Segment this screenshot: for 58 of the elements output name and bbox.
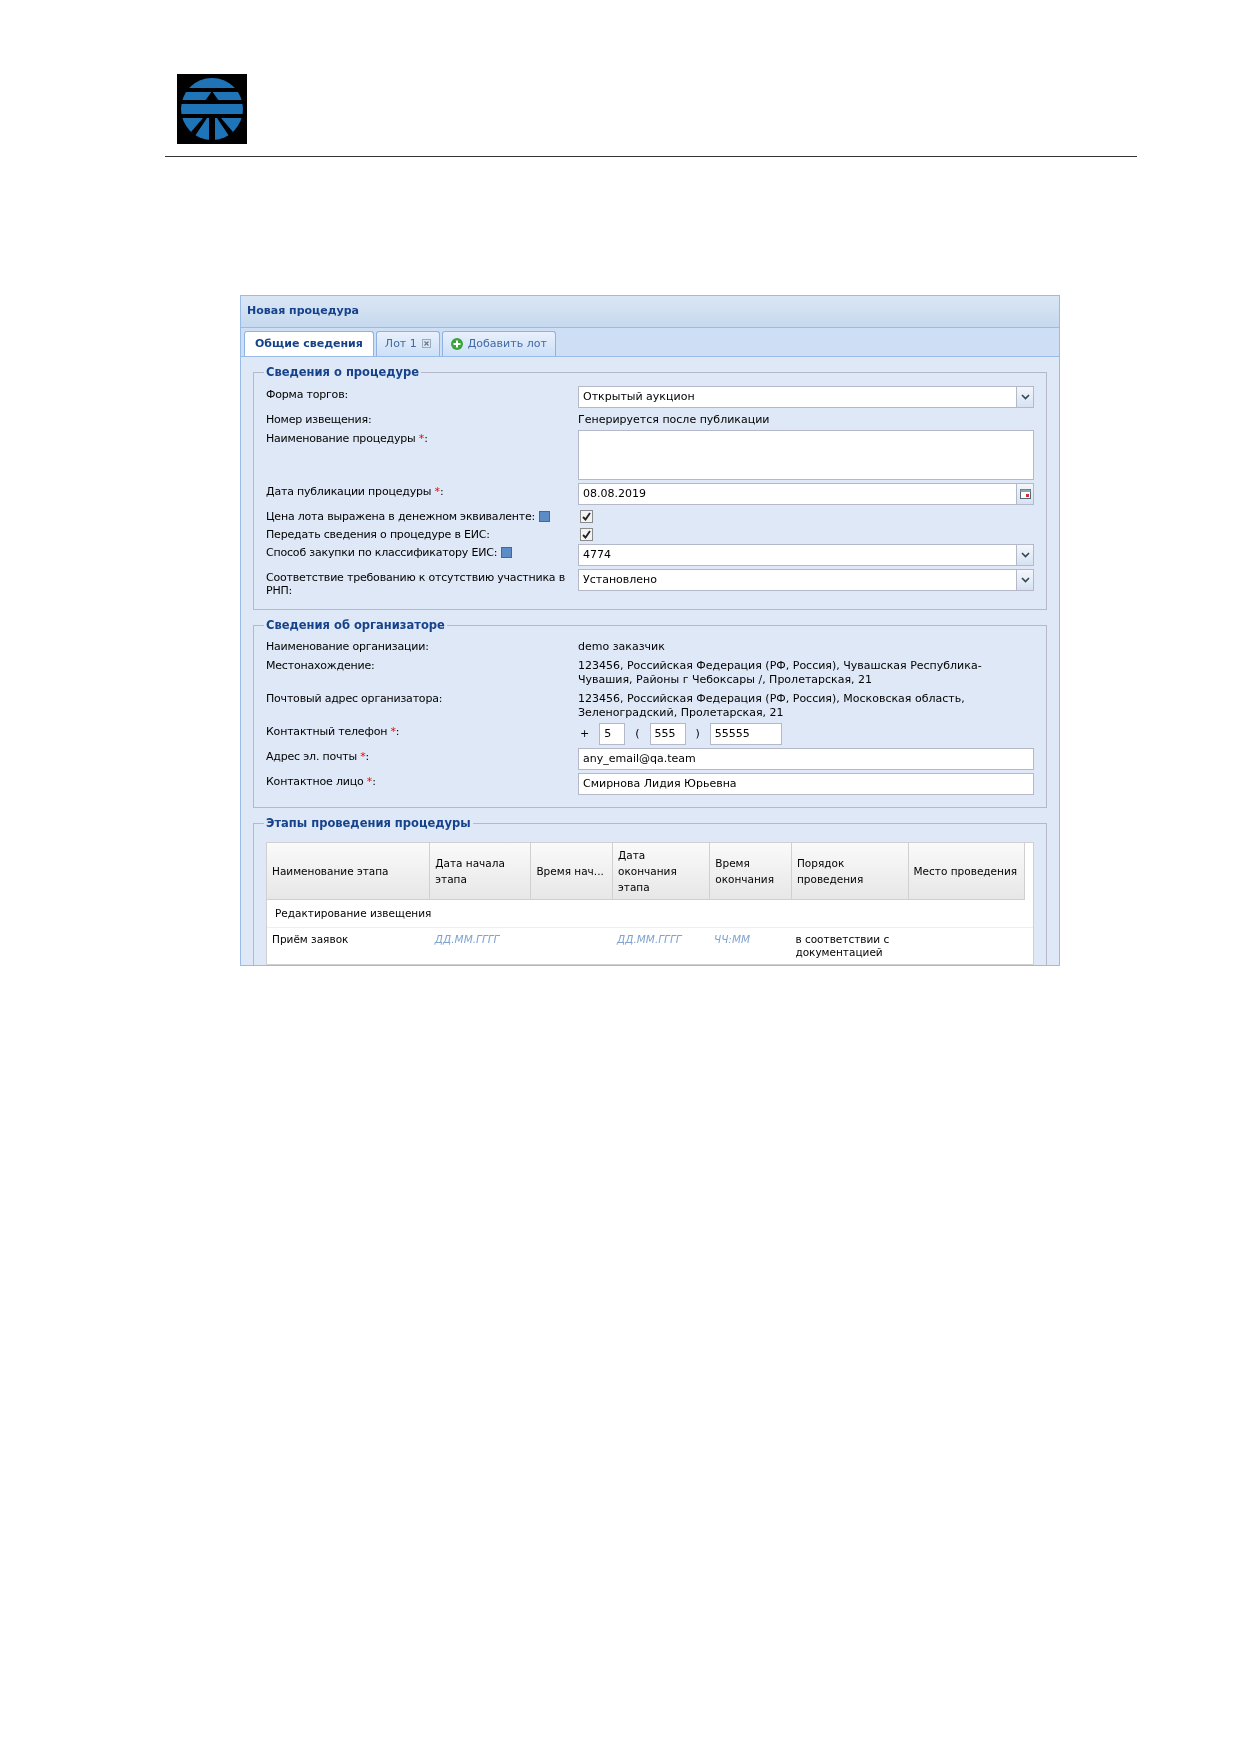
- close-icon[interactable]: [421, 339, 431, 349]
- table-cell-text: ДД.ММ.ГГГГ: [615, 932, 684, 948]
- input-field[interactable]: any_email@qa.team: [578, 748, 1034, 770]
- section-title: Сведения об организаторе: [265, 619, 446, 631]
- field-label: Передать сведения о процедуре в ЕИС:: [266, 526, 491, 541]
- field-label: Наименование процедуры *:: [266, 430, 429, 445]
- field-label: Номер извещения:: [266, 411, 373, 426]
- column-header[interactable]: Дата начала этапа: [430, 842, 532, 900]
- table-cell-text: ЧЧ:ММ: [712, 932, 752, 948]
- calendar-icon[interactable]: [1016, 483, 1033, 504]
- field-label: Контактное лицо *:: [266, 774, 377, 788]
- input-field[interactable]: Смирнова Лидия Юрьевна: [578, 773, 1034, 795]
- field-label: Дата публикации процедуры *:: [266, 483, 445, 498]
- field-label: Соответствие требованию к отсутствию участника в РНП:: [266, 569, 566, 597]
- dropdown-field[interactable]: 4774: [578, 543, 1034, 566]
- input-field[interactable]: 5: [599, 723, 626, 745]
- date-field[interactable]: 08.08.2019: [578, 482, 1034, 505]
- column-header[interactable]: Дата окончания этапа: [613, 842, 711, 900]
- phone-separator: +: [579, 725, 591, 742]
- field-value: demo заказчик: [578, 639, 666, 654]
- checkbox[interactable]: [580, 509, 593, 523]
- field-label: Форма торгов:: [266, 386, 349, 401]
- field-label: Местонахождение:: [266, 658, 376, 672]
- section-title: Сведения о процедуре: [265, 367, 421, 379]
- field-value: 123456, Российская Федерация (РФ, Россия), Чувашская Республика-Чувашия, Районы г Чебоксары /, Пролетарская, 21: [578, 658, 983, 687]
- field-label: Адрес эл. почты *:: [266, 749, 371, 763]
- add-icon: [450, 337, 463, 350]
- phone-separator: (: [634, 725, 641, 742]
- field-label: Почтовый адрес организатора:: [266, 691, 444, 705]
- field-label: Контактный телефон *:: [266, 724, 401, 738]
- input-field[interactable]: 55555: [709, 723, 782, 745]
- field-value: Генерируется после публикации: [578, 411, 771, 427]
- field-label: Способ закупки по классификатору ЕИС:: [266, 543, 578, 559]
- field-value: 123456, Российская Федерация (РФ, Россия), Московская область, Зеленоградский, Пролетарская, 21: [578, 691, 966, 720]
- section-title: Этапы проведения процедуры: [265, 818, 472, 830]
- group-row: Редактирование извещения: [267, 899, 1033, 929]
- dropdown-field[interactable]: Установлено: [578, 568, 1034, 591]
- checkbox[interactable]: [580, 527, 593, 541]
- logo-icon: [177, 74, 247, 144]
- dropdown-field[interactable]: Открытый аукцион: [578, 385, 1034, 408]
- tab[interactable]: Общие сведения: [244, 330, 374, 356]
- help-icon[interactable]: [501, 546, 513, 558]
- column-header[interactable]: Время окончания: [710, 842, 792, 900]
- table-cell-text: ДД.ММ.ГГГГ: [433, 932, 501, 948]
- field-label: Наименование организации:: [266, 639, 430, 653]
- tab[interactable]: Добавить лот: [441, 330, 556, 356]
- column-header[interactable]: Наименование этапа: [267, 842, 431, 900]
- phone-separator: ): [694, 725, 701, 742]
- field-label: Цена лота выражена в денежном эквиваленте:: [266, 507, 578, 523]
- column-header[interactable]: Место проведения: [908, 842, 1026, 900]
- help-icon[interactable]: [539, 510, 551, 522]
- panel-title: Новая процедура: [241, 296, 1059, 328]
- column-header[interactable]: Время нач...: [531, 842, 614, 900]
- tab[interactable]: Лот 1: [375, 330, 440, 356]
- column-header[interactable]: Порядок проведения: [791, 842, 909, 900]
- table-cell-text: Приём заявок: [271, 932, 350, 948]
- table-cell-text: в соответствии с документацией: [794, 932, 891, 961]
- input-field[interactable]: 555: [649, 723, 686, 745]
